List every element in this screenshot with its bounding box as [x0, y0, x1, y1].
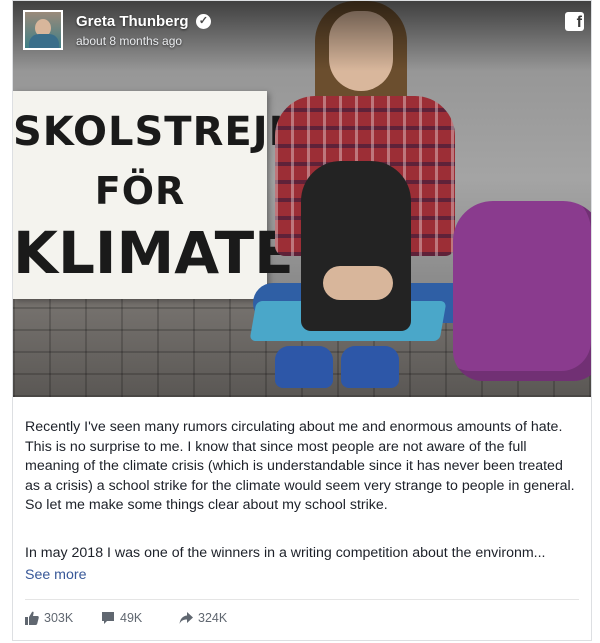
post-paragraph-2: In may 2018 I was one of the winners in … — [25, 545, 546, 561]
sign-line-2: FÖR — [94, 169, 186, 213]
hands — [323, 266, 393, 300]
protest-sign: SKOLSTREJK FÖR KLIMATET — [13, 91, 334, 299]
comments-count: 49K — [120, 611, 143, 625]
right-shoe — [341, 346, 399, 388]
author-name[interactable]: Greta Thunberg — [76, 13, 189, 30]
likes-count: 303K — [44, 611, 74, 625]
avatar-body — [29, 34, 59, 48]
comments-stat[interactable]: 49K — [101, 611, 142, 625]
facebook-icon[interactable]: f — [565, 12, 584, 31]
sign-line-3: KLIMATET — [13, 219, 334, 287]
shares-stat[interactable]: 324K — [179, 611, 227, 625]
legs — [301, 161, 411, 331]
likes-stat[interactable]: 303K — [25, 611, 73, 625]
see-more-link[interactable]: See more — [25, 567, 87, 583]
sign-line-1: SKOLSTREJK — [13, 109, 301, 155]
post-timestamp[interactable]: about 8 months ago — [76, 34, 182, 48]
post-photo[interactable]: SKOLSTREJK FÖR KLIMATET Greta Thunberg ✓… — [13, 1, 591, 397]
post-paragraph-1: Recently I've seen many rumors circulati… — [25, 419, 575, 494]
post-text: Recently I've seen many rumors circulati… — [25, 418, 580, 516]
purple-backpack — [453, 201, 591, 381]
shares-count: 324K — [198, 611, 228, 625]
verified-check-icon: ✓ — [196, 14, 211, 29]
share-arrow-icon — [179, 611, 193, 625]
stats-divider — [25, 599, 579, 600]
facebook-post-card: SKOLSTREJK FÖR KLIMATET Greta Thunberg ✓… — [12, 0, 592, 641]
avatar[interactable] — [23, 10, 63, 50]
post-paragraph-1b: So let me make some things clear about m… — [25, 497, 388, 514]
left-shoe — [275, 346, 333, 388]
comment-bubble-icon — [101, 611, 115, 625]
like-thumb-icon — [25, 611, 39, 625]
